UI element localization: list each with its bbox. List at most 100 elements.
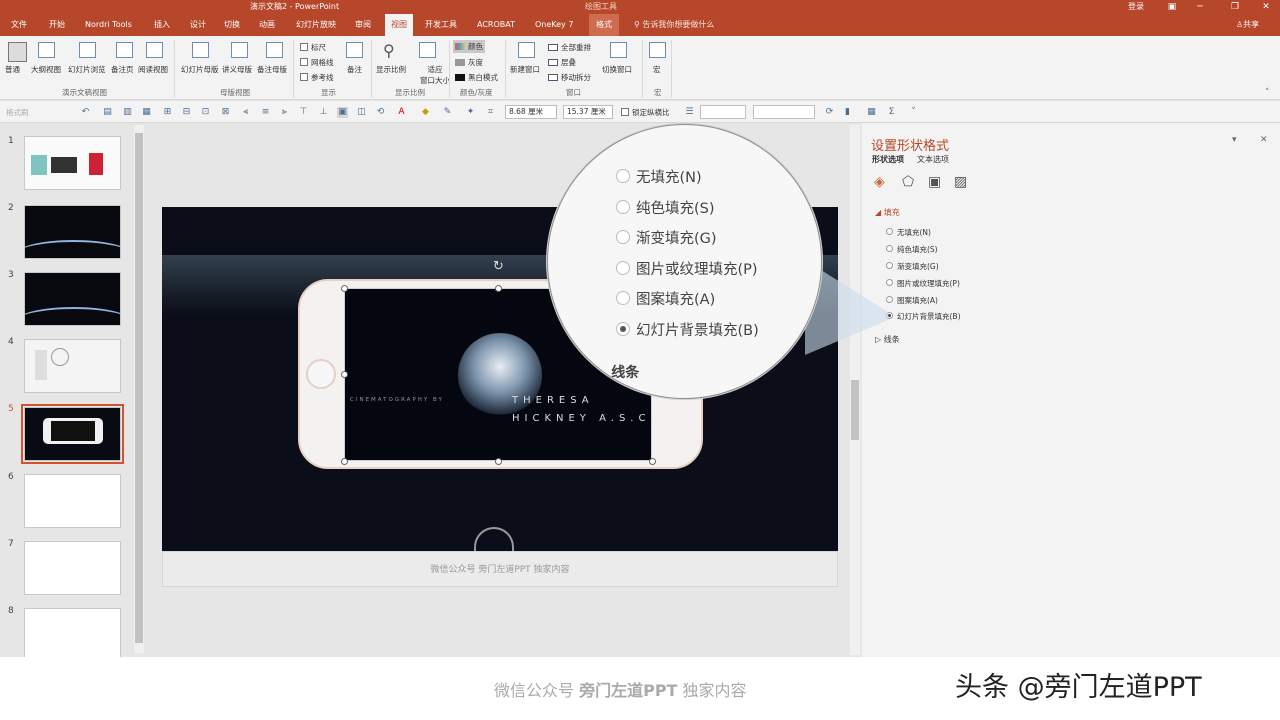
normal-view-button[interactable]: 普通 — [5, 64, 20, 75]
close-icon[interactable]: ✕ — [1256, 0, 1276, 14]
fill-radio-none[interactable] — [886, 228, 893, 235]
slide-thumbnail-7[interactable] — [24, 541, 121, 595]
shape-effects-icon[interactable]: ✦ — [465, 107, 476, 118]
undo-icon[interactable]: ↶ — [80, 107, 91, 118]
customize-icon[interactable]: ˅ — [908, 107, 919, 118]
size-input[interactable] — [753, 105, 815, 119]
group-icon[interactable]: ▣ — [337, 107, 348, 118]
ungroup-icon[interactable]: ◫ — [356, 107, 367, 118]
rotate-handle-icon[interactable]: ↻ — [493, 259, 504, 274]
font-color-icon[interactable]: A — [396, 107, 407, 118]
resize-handle[interactable] — [495, 458, 502, 465]
slide-sorter-icon[interactable] — [79, 42, 96, 58]
slide-scrollbar[interactable] — [850, 125, 860, 655]
shape-fill-icon[interactable]: ◆ — [420, 107, 431, 118]
fill-option-label[interactable]: 图案填充(A) — [897, 295, 938, 306]
notes-button[interactable]: 备注 — [347, 64, 362, 75]
maximize-icon[interactable]: ❐ — [1225, 0, 1245, 14]
zoom-button[interactable]: 显示比例 — [376, 64, 406, 75]
normal-view-icon[interactable] — [8, 42, 27, 62]
slide-sorter-button[interactable]: 幻灯片浏览 — [68, 64, 106, 75]
minimize-icon[interactable]: ─ — [1190, 0, 1210, 14]
slide-thumbnail-5[interactable] — [21, 404, 124, 464]
outline-view-button[interactable]: 大纲视图 — [31, 64, 61, 75]
notes-master-button[interactable]: 备注母版 — [257, 64, 287, 75]
resize-handle[interactable] — [341, 458, 348, 465]
slide-thumbnail-1[interactable] — [24, 136, 121, 190]
tab-design[interactable]: 设计 — [190, 14, 206, 36]
collapse-ribbon-icon[interactable]: ˄ — [1265, 88, 1270, 98]
tab-text-options[interactable]: 文本选项 — [917, 154, 949, 165]
macros-button[interactable]: 宏 — [653, 64, 661, 75]
size-properties-icon[interactable]: ▣ — [928, 174, 941, 190]
fill-option-label[interactable]: 幻灯片背景填充(B) — [897, 311, 961, 322]
paste-icon[interactable]: ▤ — [102, 107, 113, 118]
tab-insert[interactable]: 插入 — [154, 14, 170, 36]
slide-thumbnail-6[interactable] — [24, 474, 121, 528]
slide-thumbnail-4[interactable] — [24, 339, 121, 393]
new-window-icon[interactable] — [518, 42, 535, 58]
width-input[interactable]: 15.37 厘米 — [563, 105, 613, 119]
color-button[interactable]: 颜色 — [453, 40, 485, 53]
fit-window-icon[interactable] — [419, 42, 436, 58]
tab-file[interactable]: 文件 — [11, 14, 27, 36]
guides-checkbox[interactable]: 参考线 — [300, 72, 334, 83]
notes-master-icon[interactable] — [266, 42, 283, 58]
slide-master-button[interactable]: 幻灯片母版 — [181, 64, 219, 75]
fit-window-button[interactable]: 适应 窗口大小 — [420, 64, 450, 86]
reading-view-button[interactable]: 阅读视图 — [138, 64, 168, 75]
tab-transitions[interactable]: 切换 — [224, 14, 240, 36]
reading-view-icon[interactable] — [146, 42, 163, 58]
align-left-icon[interactable]: ⫷ — [240, 107, 251, 118]
black-white-button[interactable]: 黑白模式 — [455, 72, 498, 83]
slide-master-icon[interactable] — [192, 42, 209, 58]
lock-ratio-checkbox[interactable]: 锁定纵横比 — [621, 107, 670, 118]
equation-icon[interactable]: Σ — [886, 107, 897, 118]
shape-outline-icon[interactable]: ✎ — [442, 107, 453, 118]
move-split-button[interactable]: 移动拆分 — [548, 72, 591, 83]
thumbnail-scroll-thumb[interactable] — [135, 133, 143, 643]
fill-line-icon[interactable]: ◈ — [874, 174, 885, 190]
format-painter-label[interactable]: 格式刷 — [6, 107, 29, 118]
fill-option-label[interactable]: 无填充(N) — [897, 227, 931, 238]
switch-window-icon[interactable] — [610, 42, 627, 58]
share-button[interactable]: ♙共享 — [1236, 14, 1259, 36]
ruler-checkbox[interactable]: 标尺 — [300, 42, 326, 53]
login-link[interactable]: 登录 — [1128, 0, 1144, 14]
fill-section-header[interactable]: ◢ 填充 — [875, 207, 900, 218]
macros-icon[interactable] — [649, 42, 666, 58]
send-backward-icon[interactable]: ⊡ — [200, 107, 211, 118]
panel-options-icon[interactable]: ▾ — [1232, 135, 1237, 145]
font-input[interactable] — [700, 105, 746, 119]
tab-home[interactable]: 开始 — [49, 14, 65, 36]
fill-option-label[interactable]: 图片或纹理填充(P) — [897, 278, 960, 289]
picture-icon[interactable]: ▨ — [954, 174, 967, 190]
slide-thumbnail-8[interactable] — [24, 608, 121, 657]
handout-master-icon[interactable] — [231, 42, 248, 58]
align-center-icon[interactable]: ≡ — [260, 107, 271, 118]
crop-icon[interactable]: ⌗ — [485, 107, 496, 118]
fill-option-label[interactable]: 纯色填充(S) — [897, 244, 938, 255]
bring-forward-icon[interactable]: ⊟ — [181, 107, 192, 118]
tab-nordri[interactable]: Nordri Tools — [85, 14, 132, 36]
slide-thumbnail-3[interactable] — [24, 272, 121, 326]
tab-slideshow[interactable]: 幻灯片放映 — [296, 14, 336, 36]
resize-handle[interactable] — [341, 371, 348, 378]
chart-icon[interactable]: ▮ — [842, 107, 853, 118]
tab-shape-options[interactable]: 形状选项 — [872, 154, 904, 165]
tab-acrobat[interactable]: ACROBAT — [477, 14, 515, 36]
cascade-button[interactable]: 层叠 — [548, 57, 576, 68]
zoom-icon[interactable]: ⚲ — [383, 41, 395, 60]
reset-icon[interactable]: ⟳ — [824, 107, 835, 118]
tab-animations[interactable]: 动画 — [259, 14, 275, 36]
tab-developer[interactable]: 开发工具 — [425, 14, 457, 36]
tab-onekey[interactable]: OneKey 7 — [535, 14, 573, 36]
fill-option-label[interactable]: 渐变填充(G) — [897, 261, 939, 272]
align-icon[interactable]: ⊞ — [162, 107, 173, 118]
notes-icon[interactable] — [346, 42, 363, 58]
tab-review[interactable]: 审阅 — [355, 14, 371, 36]
slide-thumbnail-2[interactable] — [24, 205, 121, 259]
table-icon[interactable]: ▦ — [866, 107, 877, 118]
grayscale-button[interactable]: 灰度 — [455, 57, 483, 68]
tell-me-input[interactable]: ⚲ 告诉我你想要做什么 — [634, 14, 714, 36]
